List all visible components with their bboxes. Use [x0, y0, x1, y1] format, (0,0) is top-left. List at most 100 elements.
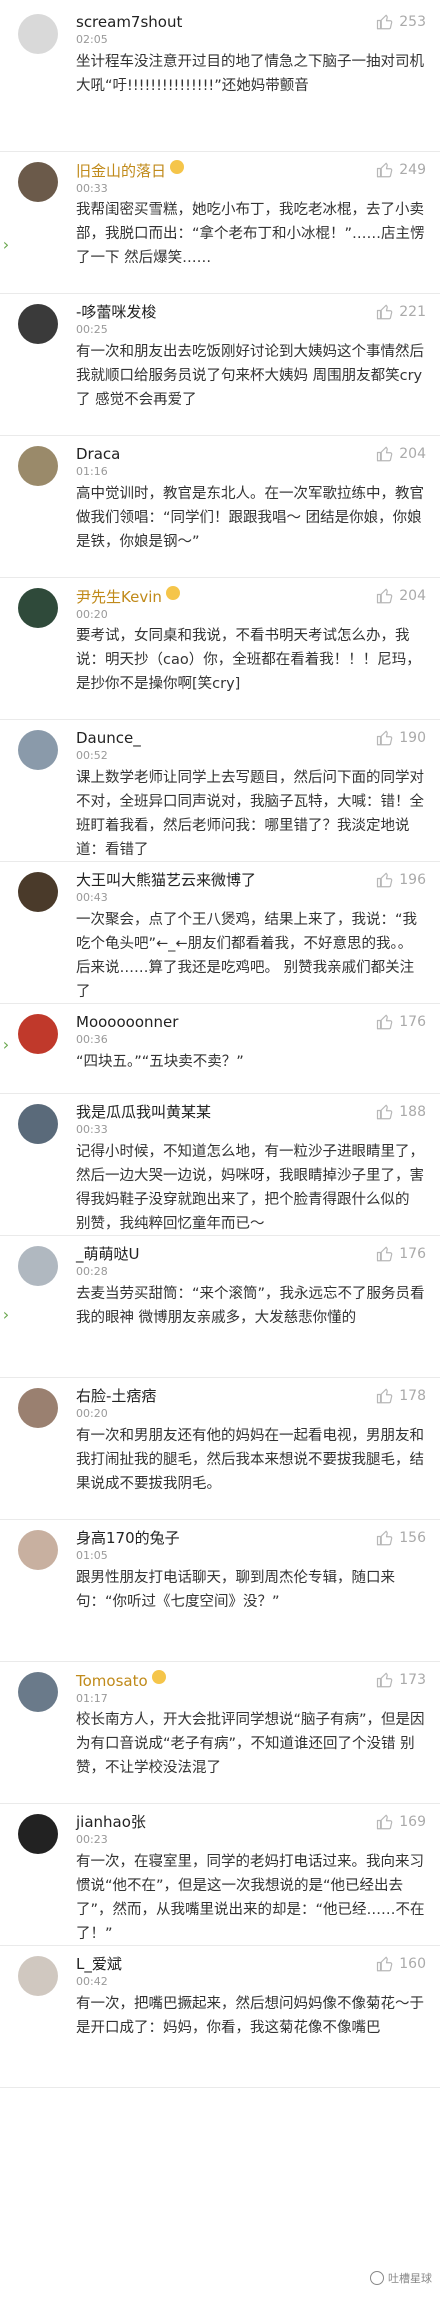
chevron-right-icon[interactable]: ›	[0, 1300, 12, 1330]
username-text: 尹先生Kevin	[76, 588, 162, 606]
thumbs-up-icon	[377, 872, 393, 888]
comment-text: 课上数学老师让同学上去写题目，然后问下面的同学对不对，全班异口同声说对，我脑子瓦…	[76, 770, 424, 858]
avatar[interactable]	[18, 872, 58, 912]
comment-time: 00:33	[76, 182, 108, 195]
username[interactable]: Moooooonner	[76, 1012, 426, 1032]
username[interactable]: Daunce_	[76, 728, 426, 748]
avatar-image	[18, 1014, 58, 1054]
like-button[interactable]: 156	[376, 1528, 426, 1548]
comment-item[interactable]: Tomosato 01:17 173 校长南方人，开大会批评同学想说“脑子有病”，但是…	[0, 1662, 440, 1804]
avatar[interactable]	[18, 14, 58, 54]
like-button[interactable]: 204	[376, 586, 426, 606]
comment-text: 跟男性朋友打电话聊天，聊到周杰伦专辑，随口来句：“你听过《七度空间》没？”	[76, 1570, 395, 1610]
avatar[interactable]	[18, 1388, 58, 1428]
comment-item[interactable]: _萌萌哒U 00:28 176 去麦当劳买甜筒：“来个滚筒”，我永远忘不了服务员看我的…	[0, 1236, 440, 1378]
comment-item[interactable]: 我是瓜瓜我叫黄某某 00:33 188 记得小时候，不知道怎么地，有一粒沙子进眼睛里了…	[0, 1094, 440, 1236]
comment-header: 尹先生Kevin 00:20 204	[76, 586, 426, 624]
comment-header: Daunce_ 00:52 190	[76, 728, 426, 766]
comment-text: “四块五。”“五块卖不卖？”	[76, 1054, 244, 1070]
like-button[interactable]: 176	[376, 1244, 426, 1264]
username[interactable]: 我是瓜瓜我叫黄某某	[76, 1102, 426, 1122]
avatar[interactable]	[18, 588, 58, 628]
like-count: 196	[399, 872, 426, 888]
avatar[interactable]	[18, 162, 58, 202]
comment-text: 有一次，在寝室里，同学的老妈打电话过来。我向来习惯说“他不在”，但是这一次我想说…	[76, 1854, 425, 1942]
username-text: 我是瓜瓜我叫黄某某	[76, 1103, 212, 1121]
like-button[interactable]: 190	[376, 728, 426, 748]
like-button[interactable]: 178	[376, 1386, 426, 1406]
thumbs-up-icon	[377, 1246, 393, 1262]
comment-item[interactable]: 大王叫大熊猫艺云来微博了 00:43 196 一次聚会，点了个王八煲鸡，结果上来了，我…	[0, 862, 440, 1004]
like-count: 176	[399, 1014, 426, 1030]
like-button[interactable]: 204	[376, 444, 426, 464]
avatar-image	[18, 1956, 58, 1996]
comment-item[interactable]: Daunce_ 00:52 190 课上数学老师让同学上去写题目，然后问下面的同学对不…	[0, 720, 440, 862]
username[interactable]: -哆蕾咪发梭	[76, 302, 426, 322]
avatar[interactable]	[18, 1014, 58, 1054]
avatar[interactable]	[18, 1956, 58, 1996]
avatar-image	[18, 1246, 58, 1286]
comment-item[interactable]: Draca 01:16 204 高中觉训时，教官是东北人。在一次军歌拉练中，教官做我们…	[0, 436, 440, 578]
avatar[interactable]	[18, 1530, 58, 1570]
username[interactable]: Tomosato	[76, 1670, 426, 1691]
username[interactable]: jianhao张	[76, 1812, 426, 1832]
like-count: 173	[399, 1672, 426, 1688]
chevron-right-icon[interactable]: ›	[0, 230, 12, 260]
thumbs-up-icon	[377, 730, 393, 746]
avatar[interactable]	[18, 304, 58, 344]
comment-time: 00:52	[76, 749, 108, 762]
chevron-right-icon[interactable]: ›	[0, 1030, 12, 1060]
like-count: 156	[399, 1530, 426, 1546]
avatar[interactable]	[18, 1814, 58, 1854]
thumbs-up-icon	[377, 304, 393, 320]
comment-time: 00:23	[76, 1833, 108, 1846]
avatar[interactable]	[18, 446, 58, 486]
username-text: scream7shout	[76, 13, 183, 31]
avatar-image	[18, 14, 58, 54]
comment-item[interactable]: L_爱斌 00:42 160 有一次，把嘴巴撅起来，然后想问妈妈像不像菊花～于是开口成…	[0, 1946, 440, 2088]
like-button[interactable]: 196	[376, 870, 426, 890]
vip-badge-icon	[170, 160, 185, 174]
comment-item[interactable]: scream7shout 02:05 253 坐计程车没注意开过目的地了情急之下脑子一…	[0, 0, 440, 152]
thumbs-up-icon	[377, 1014, 393, 1030]
comment-item[interactable]: jianhao张 00:23 169 有一次，在寝室里，同学的老妈打电话过来。我向来习…	[0, 1804, 440, 1946]
comment-item[interactable]: 身高170的兔子 01:05 156 跟男性朋友打电话聊天，聊到周杰伦专辑，随口来句：…	[0, 1520, 440, 1662]
avatar-image	[18, 1104, 58, 1144]
username[interactable]: 旧金山的落日	[76, 160, 426, 181]
comment-text: 校长南方人，开大会批评同学想说“脑子有病”，但是因为有口音说成“老子有病”，不知…	[76, 1712, 425, 1776]
username[interactable]: 右脸-土痞痞	[76, 1386, 426, 1406]
like-button[interactable]: 221	[376, 302, 426, 322]
username[interactable]: scream7shout	[76, 12, 426, 32]
like-button[interactable]: 249	[376, 160, 426, 180]
comment-time: 00:20	[76, 1407, 108, 1420]
like-button[interactable]: 173	[376, 1670, 426, 1690]
username[interactable]: Draca	[76, 444, 426, 464]
username[interactable]: 大王叫大熊猫艺云来微博了	[76, 870, 426, 890]
like-button[interactable]: 169	[376, 1812, 426, 1832]
username[interactable]: L_爱斌	[76, 1954, 426, 1974]
username[interactable]: 身高170的兔子	[76, 1528, 426, 1548]
avatar[interactable]	[18, 1672, 58, 1712]
like-count: 178	[399, 1388, 426, 1404]
avatar[interactable]	[18, 1104, 58, 1144]
comment-time: 00:25	[76, 323, 108, 336]
like-button[interactable]: 253	[376, 12, 426, 32]
comment-item[interactable]: 右脸-土痞痞 00:20 178 有一次和男朋友还有他的妈妈在一起看电视，男朋友和我打…	[0, 1378, 440, 1520]
comment-header: _萌萌哒U 00:28 176	[76, 1244, 426, 1282]
like-button[interactable]: 160	[376, 1954, 426, 1974]
comment-item[interactable]: 旧金山的落日 00:33 249 我帮闺密买雪糕，她吃小布丁，我吃老冰棍，去了小卖部，…	[0, 152, 440, 294]
comment-item[interactable]: 尹先生Kevin 00:20 204 要考试，女同桌和我说，不看书明天考试怎么办，我说…	[0, 578, 440, 720]
like-button[interactable]: 188	[376, 1102, 426, 1122]
comment-item[interactable]: -哆蕾咪发梭 00:25 221 有一次和朋友出去吃饭刚好讨论到大姨妈这个事情然后我就…	[0, 294, 440, 436]
username[interactable]: 尹先生Kevin	[76, 586, 426, 607]
thumbs-up-icon	[377, 446, 393, 462]
avatar[interactable]	[18, 1246, 58, 1286]
thumbs-up-icon	[377, 14, 393, 30]
like-count: 169	[399, 1814, 426, 1830]
like-button[interactable]: 176	[376, 1012, 426, 1032]
username[interactable]: _萌萌哒U	[76, 1244, 426, 1264]
comment-time: 00:28	[76, 1265, 108, 1278]
avatar[interactable]	[18, 730, 58, 770]
avatar-image	[18, 730, 58, 770]
comment-item[interactable]: Moooooonner 00:36 176 “四块五。”“五块卖不卖？”	[0, 1004, 440, 1094]
